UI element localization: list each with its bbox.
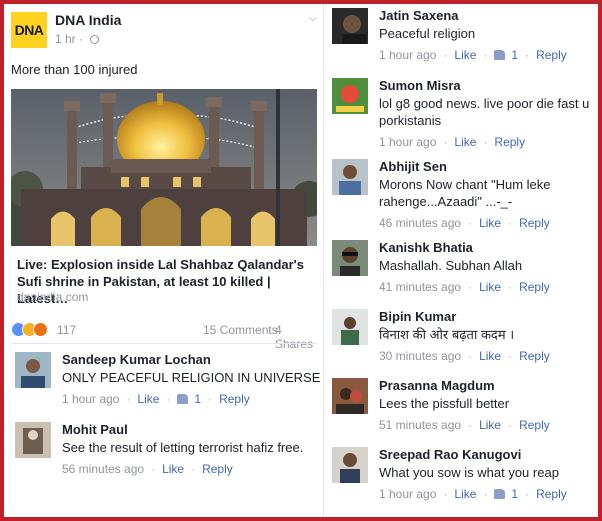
commenter-name[interactable]: Bipin Kumar — [379, 309, 602, 325]
avatar-image — [15, 352, 51, 388]
comments-count[interactable]: 15 Comments — [203, 323, 278, 337]
avatar[interactable] — [332, 78, 368, 114]
commenter-name[interactable]: Sandeep Kumar Lochan — [62, 352, 322, 368]
post-separator — [11, 343, 317, 344]
comment-time[interactable]: 1 hour ago — [379, 135, 436, 149]
thumbs-up-icon — [177, 394, 189, 404]
comment-text: See the result of letting terrorist hafi… — [62, 440, 304, 455]
like-button[interactable]: Like — [479, 418, 501, 432]
avatar-image — [332, 309, 368, 345]
comment-meta: 1 hour ago · Like · 1 · Reply — [379, 48, 567, 62]
comment-meta: 56 minutes ago · Like · Reply — [62, 462, 233, 476]
reaction-count[interactable]: 117 — [57, 323, 76, 337]
comment-time[interactable]: 41 minutes ago — [379, 280, 461, 294]
angry-reaction-icon[interactable] — [33, 322, 48, 337]
commenter-name[interactable]: Abhijit Sen — [379, 159, 602, 175]
like-count[interactable]: 1 — [511, 487, 518, 501]
avatar-image — [15, 422, 51, 458]
avatar[interactable] — [332, 159, 368, 195]
avatar[interactable] — [332, 8, 368, 44]
link-preview-image[interactable] — [11, 89, 317, 246]
comment-text: Lees the pissfull better — [379, 396, 510, 411]
commenter-name[interactable]: Sumon Misra — [379, 78, 602, 94]
like-button[interactable]: Like — [137, 392, 159, 406]
reply-button[interactable]: Reply — [202, 462, 233, 476]
reply-button[interactable]: Reply — [519, 280, 550, 294]
comment-time[interactable]: 1 hour ago — [379, 487, 436, 501]
reactions-bar: 117 15 Comments 4 Shares — [11, 322, 317, 351]
globe-icon — [90, 35, 100, 44]
reply-button[interactable]: Reply — [494, 135, 525, 149]
thumbs-up-icon — [494, 50, 506, 60]
comment-text: Mashallah. Subhan Allah — [379, 258, 523, 273]
avatar-image — [332, 8, 368, 44]
commenter-name[interactable]: Jatin Saxena — [379, 8, 602, 24]
page-logo[interactable]: DNA — [11, 12, 47, 48]
like-button[interactable]: Like — [479, 349, 501, 363]
post-header: DNA DNA India 1 hr · ⌵ — [11, 12, 317, 52]
comment-time[interactable]: 1 hour ago — [379, 48, 436, 62]
link-preview-card[interactable]: Live: Explosion inside Lal Shahbaz Qalan… — [11, 89, 317, 307]
like-button[interactable]: Like — [479, 280, 501, 294]
comment-time[interactable]: 30 minutes ago — [379, 349, 461, 363]
avatar-image — [332, 159, 368, 195]
avatar[interactable] — [332, 447, 368, 483]
avatar-image — [332, 447, 368, 483]
comment-time[interactable]: 56 minutes ago — [62, 462, 144, 476]
like-button[interactable]: Like — [454, 48, 476, 62]
comment-time[interactable]: 46 minutes ago — [379, 216, 461, 230]
like-button[interactable]: Like — [162, 462, 184, 476]
comment-meta: 1 hour ago · Like · Reply — [379, 135, 526, 149]
shrine-photo — [11, 89, 317, 246]
avatar[interactable] — [15, 422, 51, 458]
comment-meta: 51 minutes ago · Like · Reply — [379, 418, 550, 432]
post-timestamp[interactable]: 1 hr · — [55, 32, 100, 46]
post-text: More than 100 injured — [11, 62, 138, 77]
commenter-name[interactable]: Prasanna Magdum — [379, 378, 602, 394]
comment-text: Peaceful religion — [379, 26, 476, 41]
avatar-image — [332, 378, 368, 414]
comment-text: Morons Now chant "Hum leke rahenge...Aza… — [379, 177, 551, 209]
commenter-name[interactable]: Kanishk Bhatia — [379, 240, 602, 256]
comment-meta: 1 hour ago · Like · 1 · Reply — [379, 487, 567, 501]
commenter-name[interactable]: Sreepad Rao Kanugovi — [379, 447, 602, 463]
link-domain: dnaindia.com — [17, 290, 89, 304]
reply-button[interactable]: Reply — [536, 487, 567, 501]
reply-button[interactable]: Reply — [536, 48, 567, 62]
reply-button[interactable]: Reply — [519, 418, 550, 432]
chevron-down-icon[interactable]: ⌵ — [309, 12, 317, 25]
commenter-name[interactable]: Mohit Paul — [62, 422, 322, 438]
comment-meta: 1 hour ago · Like · 1 · Reply — [62, 392, 250, 406]
like-count[interactable]: 1 — [511, 48, 518, 62]
comment-time[interactable]: 51 minutes ago — [379, 418, 461, 432]
shares-count[interactable]: 4 Shares — [275, 323, 317, 351]
like-button[interactable]: Like — [454, 487, 476, 501]
comment-text: lol g8 good news. live poor die fast u p… — [379, 96, 590, 128]
comment-text: विनाश की ओर बढ़ता कदम । — [379, 327, 515, 342]
comment-meta: 30 minutes ago · Like · Reply — [379, 349, 550, 363]
avatar[interactable] — [15, 352, 51, 388]
comment-time[interactable]: 1 hour ago — [62, 392, 119, 406]
page-name[interactable]: DNA India — [55, 12, 121, 28]
column-divider — [323, 4, 324, 517]
reply-button[interactable]: Reply — [519, 349, 550, 363]
avatar[interactable] — [332, 240, 368, 276]
comment-meta: 41 minutes ago · Like · Reply — [379, 280, 550, 294]
reply-button[interactable]: Reply — [219, 392, 250, 406]
avatar[interactable] — [332, 378, 368, 414]
avatar[interactable] — [332, 309, 368, 345]
comment-text: ONLY PEACEFUL RELIGION IN UNIVERSE — [62, 370, 321, 385]
thumbs-up-icon — [494, 489, 506, 499]
like-button[interactable]: Like — [479, 216, 501, 230]
comment-text: What you sow is what you reap — [379, 465, 559, 480]
avatar-image — [332, 240, 368, 276]
like-button[interactable]: Like — [454, 135, 476, 149]
avatar-image — [332, 78, 368, 114]
post-time-text[interactable]: 1 hr — [55, 32, 76, 46]
like-count[interactable]: 1 — [194, 392, 201, 406]
comment-meta: 46 minutes ago · Like · Reply — [379, 216, 550, 230]
reply-button[interactable]: Reply — [519, 216, 550, 230]
